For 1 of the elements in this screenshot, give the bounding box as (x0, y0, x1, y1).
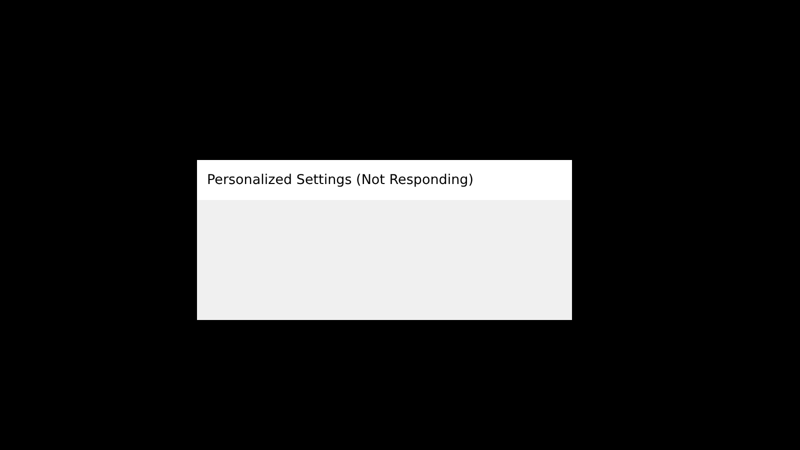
window-title: Personalized Settings (Not Responding) (207, 172, 474, 188)
